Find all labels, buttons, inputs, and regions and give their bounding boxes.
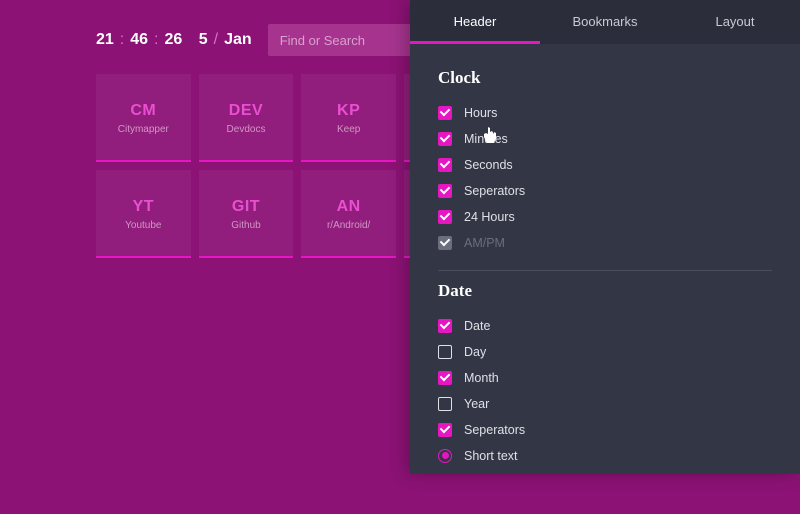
- panel-body: Clock Hours Minutes Seconds Seperators 24 Ho…: [410, 44, 800, 474]
- option-label: Minutes: [464, 132, 508, 146]
- tile-label: r/Android/: [327, 220, 370, 231]
- tile-label: Devdocs: [227, 124, 266, 135]
- option-label: Day: [464, 345, 486, 359]
- tab-header[interactable]: Header: [410, 0, 540, 44]
- tile-abbr: GIT: [232, 198, 260, 216]
- tab-layout[interactable]: Layout: [670, 0, 800, 44]
- checkbox-icon: [438, 158, 452, 172]
- option-label: Date: [464, 319, 490, 333]
- option-24-hours[interactable]: 24 Hours: [438, 204, 772, 230]
- option-month[interactable]: Month: [438, 365, 772, 391]
- bookmark-tile[interactable]: CM Citymapper: [96, 74, 191, 162]
- date-month: Jan: [224, 31, 252, 49]
- checkbox-icon: [438, 397, 452, 411]
- tile-abbr: YT: [133, 198, 154, 216]
- option-minutes[interactable]: Minutes: [438, 126, 772, 152]
- clock-seconds: 26: [165, 31, 183, 49]
- option-label: Seconds: [464, 158, 513, 172]
- option-label: Year: [464, 397, 489, 411]
- tab-bookmarks[interactable]: Bookmarks: [540, 0, 670, 44]
- clock-hours: 21: [96, 31, 114, 49]
- clock-sep: :: [154, 31, 158, 49]
- date-sep: /: [214, 31, 218, 49]
- option-label: Month: [464, 371, 499, 385]
- option-label: Seperators: [464, 423, 525, 437]
- option-label: Short text: [464, 449, 518, 463]
- checkbox-icon: [438, 345, 452, 359]
- checkbox-icon: [438, 132, 452, 146]
- checkbox-icon: [438, 371, 452, 385]
- checkbox-icon: [438, 236, 452, 250]
- tile-label: Youtube: [125, 220, 161, 231]
- radio-icon: [438, 449, 452, 463]
- option-label: Hours: [464, 106, 497, 120]
- date-day: 5: [199, 31, 208, 49]
- option-day[interactable]: Day: [438, 339, 772, 365]
- settings-panel: Header Bookmarks Layout Clock Hours Minut…: [410, 0, 800, 474]
- tile-abbr: CM: [130, 102, 156, 120]
- tile-label: Keep: [337, 124, 360, 135]
- option-label: Seperators: [464, 184, 525, 198]
- option-label: 24 Hours: [464, 210, 515, 224]
- tile-label: Citymapper: [118, 124, 169, 135]
- clock-display: 21 : 46 : 26 5 / Jan: [96, 31, 252, 49]
- option-date[interactable]: Date: [438, 313, 772, 339]
- checkbox-icon: [438, 210, 452, 224]
- tile-abbr: AN: [337, 198, 361, 216]
- bookmark-tile[interactable]: KP Keep: [301, 74, 396, 162]
- checkbox-icon: [438, 423, 452, 437]
- option-seperators[interactable]: Seperators: [438, 178, 772, 204]
- bookmark-tile[interactable]: DEV Devdocs: [199, 74, 294, 162]
- settings-tabs: Header Bookmarks Layout: [410, 0, 800, 44]
- tile-abbr: KP: [337, 102, 360, 120]
- clock-minutes: 46: [130, 31, 148, 49]
- checkbox-icon: [438, 106, 452, 120]
- option-am-pm: AM/PM: [438, 230, 772, 256]
- checkbox-icon: [438, 319, 452, 333]
- section-title-clock: Clock: [438, 68, 772, 88]
- bookmark-tile[interactable]: AN r/Android/: [301, 170, 396, 258]
- option-seperators[interactable]: Seperators: [438, 417, 772, 443]
- tile-abbr: DEV: [229, 102, 263, 120]
- clock-sep: :: [120, 31, 124, 49]
- bookmark-tile[interactable]: GIT Github: [199, 170, 294, 258]
- option-hours[interactable]: Hours: [438, 100, 772, 126]
- option-label: AM/PM: [464, 236, 505, 250]
- checkbox-icon: [438, 184, 452, 198]
- tile-label: Github: [231, 220, 260, 231]
- section-title-date: Date: [438, 281, 772, 301]
- option-short-text[interactable]: Short text: [438, 443, 772, 469]
- bookmark-tile[interactable]: YT Youtube: [96, 170, 191, 258]
- option-seconds[interactable]: Seconds: [438, 152, 772, 178]
- option-year[interactable]: Year: [438, 391, 772, 417]
- divider: [438, 270, 772, 271]
